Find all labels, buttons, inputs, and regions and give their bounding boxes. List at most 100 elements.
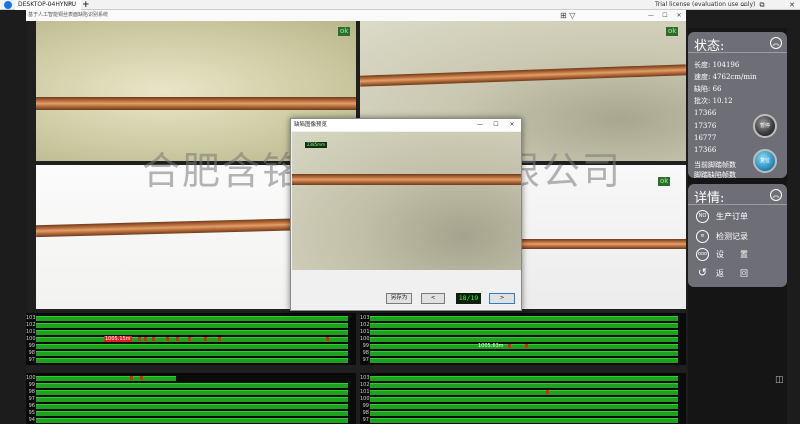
chart-row-label: 101 [360, 329, 370, 335]
details-card: 详情: ︽ NO 生产订单 ≡ 检测记录 ooo 设 置 ↺ 返 回 [688, 184, 787, 287]
chart-bar [370, 329, 678, 335]
chart-bar [36, 357, 348, 363]
status-card: 状态: ︽ 长度: 104196 速度: 4762cm/min 缺陷: 66 批… [688, 32, 787, 179]
chart-row-label: 99 [362, 403, 369, 409]
chart-bar [370, 410, 678, 416]
defect-mark [546, 390, 549, 394]
image-counter: 18/19 [456, 293, 481, 304]
chart-row: 99 [26, 343, 356, 349]
pause-button[interactable]: 暂停 [753, 114, 777, 138]
chart-row: 100 [360, 396, 686, 402]
chart-row: 98 [360, 350, 686, 356]
dialog-close-button[interactable]: ✕ [505, 119, 519, 131]
chart-row-label: 96 [28, 403, 35, 409]
chart-row: 103 [26, 315, 356, 321]
chart-bar [36, 410, 348, 416]
chart-row: 97 [360, 357, 686, 363]
current-frame-label: 当前脚踏帧数 [694, 161, 736, 169]
defect-mark [176, 337, 179, 341]
chart-row: 100 [360, 336, 686, 342]
chart-bar [370, 343, 678, 349]
save-as-button[interactable]: 另存为 [386, 293, 412, 304]
dialog-minimize-button[interactable]: — [473, 119, 487, 131]
chart-bar [36, 389, 348, 395]
chart-row-label: 103 [26, 315, 36, 321]
chart-bar [36, 350, 348, 356]
chart-row: 98 [26, 389, 356, 395]
chart-row-label: 102 [360, 382, 370, 388]
chart-row: 97 [360, 417, 686, 423]
chart-row: 100 [26, 375, 356, 381]
defect-mark [130, 376, 133, 380]
dialog-maximize-button[interactable]: ☐ [489, 119, 503, 131]
chart-bar [370, 336, 678, 342]
chart-row-label: 95 [28, 410, 35, 416]
chart-row-label: 99 [28, 382, 35, 388]
defect-mark [525, 344, 528, 348]
chart-row: 101 [360, 389, 686, 395]
chart-bar [36, 417, 348, 423]
previous-image-button[interactable]: < [421, 293, 445, 304]
defect-mark [218, 337, 221, 341]
new-session-button[interactable]: + [82, 0, 90, 10]
app-title: 基于人工智能铜丝表面缺陷识别系统 [28, 12, 109, 18]
app-minimize-button[interactable]: — [644, 10, 658, 21]
side-scroll-handle-icon[interactable]: ◫ [775, 375, 787, 405]
chart-bar [370, 417, 678, 423]
chart-row: 102 [360, 382, 686, 388]
status-collapse-icon[interactable]: ︽ [770, 37, 782, 49]
chart-row-label: 97 [28, 357, 35, 363]
app-toolbar-icons[interactable]: ⊞ ▽ [560, 10, 575, 21]
chart-row: 94 [26, 417, 356, 423]
remote-desktop-screen: DESKTOP-04HYNPU × + Trial license (evalu… [0, 0, 800, 424]
details-collapse-icon[interactable]: ︽ [770, 189, 782, 201]
chart-row-label: 98 [362, 350, 369, 356]
app-title-bar: 基于人工智能铜丝表面缺陷识别系统 [26, 10, 686, 21]
teamviewer-logo-icon [4, 1, 12, 9]
remote-minimize-button[interactable]: — [738, 0, 750, 10]
session-tab-close-icon[interactable]: × [68, 0, 73, 10]
chart-row-label: 99 [28, 343, 35, 349]
chart-row: 99 [360, 403, 686, 409]
chart-row: 98 [360, 410, 686, 416]
app-maximize-button[interactable]: ☐ [658, 10, 672, 21]
length-chart-top-left: 103 102 101 100 1005.15m 99 98 97 [26, 313, 356, 365]
chart-row: 97 [26, 357, 356, 363]
chart-bar [370, 315, 678, 321]
production-order-label: 生产订单 [716, 212, 748, 221]
length-chart-top-right: 103 102 101 100 99 1005.63m 98 97 [360, 313, 686, 365]
chart-row: 97 [26, 396, 356, 402]
camera-2-ok-badge: ok [666, 27, 679, 36]
reset-button[interactable]: 复位 [753, 149, 777, 173]
remote-close-button[interactable]: ✕ [786, 0, 798, 10]
chart-length-tag: 1005.63m [478, 343, 504, 349]
chart-row-label: 100 [360, 336, 370, 342]
chart-row-label: 98 [28, 350, 35, 356]
chart-bar [36, 343, 348, 349]
frame-count-1: 17366 [694, 109, 717, 117]
next-image-button[interactable]: > [489, 293, 515, 304]
batch-value: 批次: 10.12 [694, 97, 733, 105]
defect-mark [326, 337, 329, 341]
chart-row: 101 [360, 329, 686, 335]
chart-bar [370, 382, 678, 388]
chart-bar [36, 336, 348, 342]
chart-row-label: 100 [26, 375, 36, 381]
chart-bar [36, 403, 348, 409]
status-divider [688, 52, 787, 53]
chart-row: 99 1005.63m [360, 343, 686, 349]
speed-value: 速度: 4762cm/min [694, 73, 757, 81]
chart-length-tag: 1005.15m [104, 336, 132, 342]
chart-row-label: 99 [362, 343, 369, 349]
chart-row: 96 [26, 403, 356, 409]
details-divider [688, 204, 787, 205]
return-arrow-icon: ↺ [697, 266, 708, 279]
chart-row-label: 102 [360, 322, 370, 328]
defect-mark [166, 337, 169, 341]
right-panel: 状态: ︽ 长度: 104196 速度: 4762cm/min 缺陷: 66 批… [688, 28, 787, 424]
defects-value: 缺陷: 66 [694, 85, 722, 93]
chart-row: 103 [360, 375, 686, 381]
chart-row: 102 [360, 322, 686, 328]
app-close-button[interactable]: ✕ [672, 10, 686, 21]
remote-restore-button[interactable]: ⧉ [756, 0, 768, 10]
